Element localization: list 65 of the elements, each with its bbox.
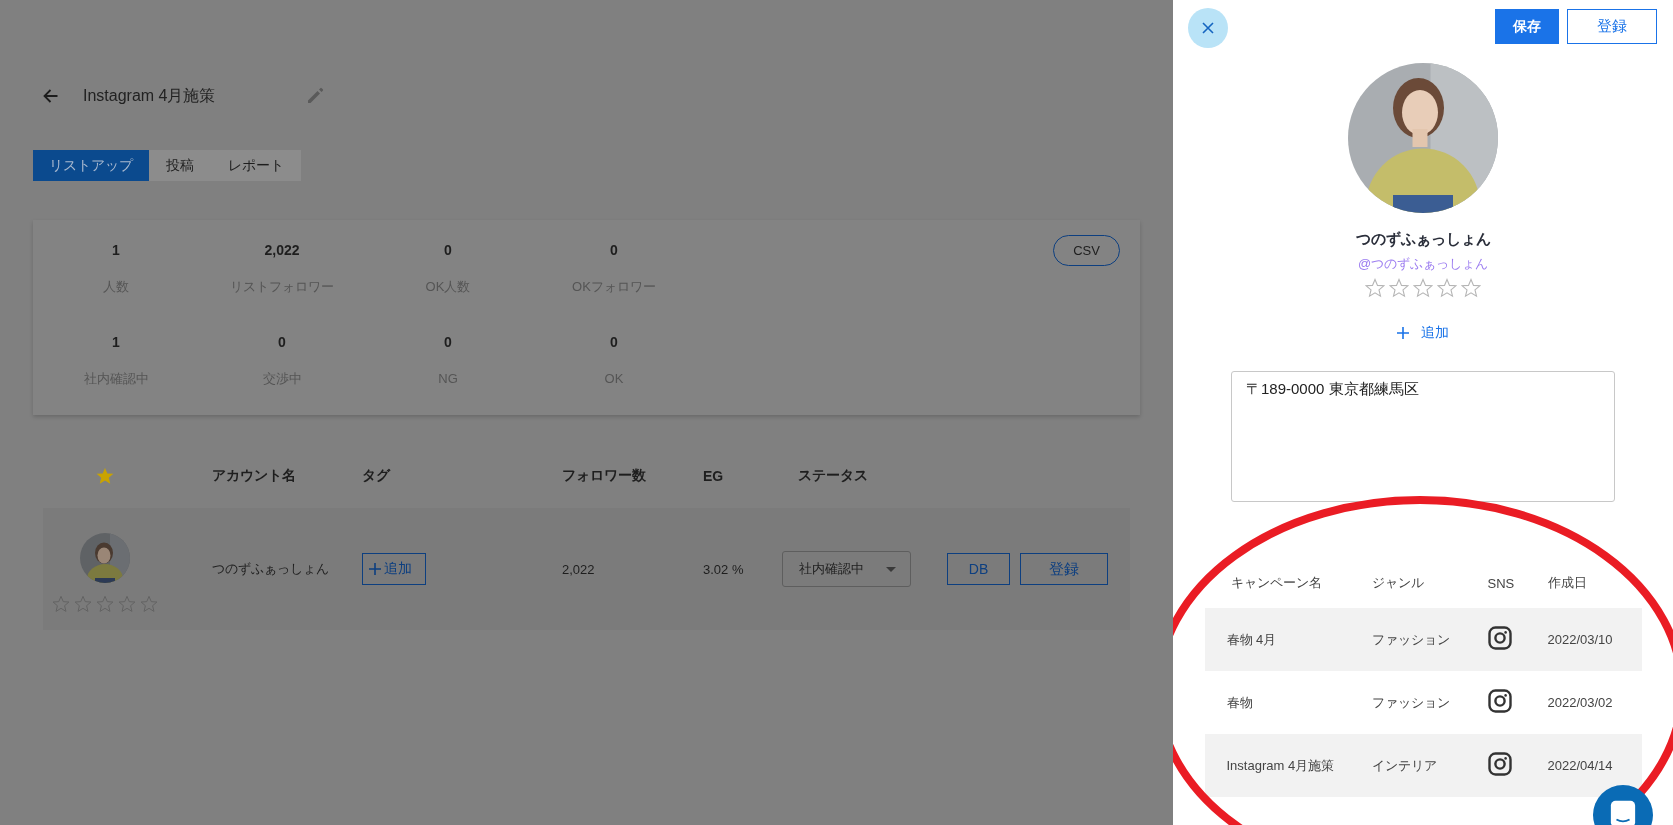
- star-icon[interactable]: [1413, 278, 1433, 298]
- drawer-button[interactable]: 保存: [1495, 9, 1559, 44]
- column-header: SNS: [1487, 575, 1516, 591]
- column-header: フォロワー数: [562, 466, 647, 485]
- tab[interactable]: リストアップ: [33, 150, 149, 181]
- table-cell-text: インテリア: [1371, 756, 1438, 775]
- profile-name: つのずふぁっしょん: [1355, 229, 1491, 250]
- stat-value: 0: [610, 241, 618, 260]
- star-icon[interactable]: [1365, 278, 1385, 298]
- table-cell-text: ファッション: [1371, 630, 1451, 649]
- column-header: 作成日: [1547, 574, 1588, 592]
- table-cell-text: 春物 4月: [1225, 630, 1278, 649]
- page-title: Instagram 4月施策: [83, 85, 216, 106]
- column-header: キャンペーン名: [1229, 574, 1323, 592]
- plus-icon: [1397, 327, 1409, 339]
- close-button[interactable]: [1188, 8, 1228, 48]
- drawer-button[interactable]: 登録: [1567, 9, 1657, 44]
- stat-value: 0: [610, 333, 618, 352]
- star-icon[interactable]: [1461, 278, 1481, 298]
- add-tag-button[interactable]: 追加: [362, 553, 426, 585]
- stat-value: 0: [444, 241, 452, 260]
- account-name: つのずふぁっしょん: [212, 560, 330, 578]
- stat-value: 1: [112, 333, 120, 352]
- column-header: EG: [703, 467, 725, 484]
- table-cell-text: 2022/03/02: [1547, 695, 1614, 710]
- star-icon[interactable]: [52, 595, 70, 613]
- table-cell-text: 2022/03/10: [1547, 632, 1614, 647]
- star-icon[interactable]: [74, 595, 92, 613]
- star-icon[interactable]: [96, 595, 114, 613]
- table-cell-text: 2022/04/14: [1547, 758, 1614, 773]
- star-icon[interactable]: [140, 595, 158, 613]
- star-icon[interactable]: [1389, 278, 1409, 298]
- row-action-button[interactable]: 登録: [1020, 553, 1108, 585]
- column-header: ステータス: [797, 466, 869, 485]
- instagram-icon: [1487, 626, 1512, 650]
- table-cell-text: 春物: [1225, 693, 1254, 712]
- stat-value: 2,022: [264, 241, 300, 260]
- back-arrow-icon[interactable]: [42, 88, 59, 104]
- table-cell-text: ファッション: [1371, 693, 1451, 712]
- caret-icon: [886, 566, 896, 572]
- profile-handle: @つのずふぁっしょん: [1357, 255, 1489, 273]
- plus-icon: [369, 563, 381, 575]
- follower-count: 2,022: [562, 561, 596, 577]
- instagram-icon: [1487, 752, 1512, 776]
- stat-value: 0: [444, 333, 452, 352]
- star-icon[interactable]: [1437, 278, 1457, 298]
- status-select[interactable]: 社内確認中: [782, 551, 911, 587]
- table-cell-text: Instagram 4月施策: [1225, 756, 1336, 775]
- star-icon[interactable]: [118, 595, 136, 613]
- column-header: タグ: [362, 466, 392, 485]
- tab[interactable]: 投稿: [149, 150, 211, 181]
- column-header: アカウント名: [212, 466, 297, 485]
- stat-value: 1: [112, 241, 120, 260]
- chat-icon: [1609, 799, 1637, 825]
- column-header: ジャンル: [1371, 574, 1425, 592]
- add-tag-button[interactable]: 追加: [1397, 321, 1449, 345]
- engagement-rate: 3.02 %: [703, 561, 745, 577]
- tab[interactable]: レポート: [211, 150, 301, 181]
- address-field[interactable]: 〒189-0000 東京都練馬区: [1231, 371, 1615, 502]
- pencil-icon[interactable]: [306, 87, 325, 105]
- star-icon: [96, 466, 114, 485]
- instagram-icon: [1487, 689, 1512, 713]
- close-icon: [1202, 22, 1214, 34]
- stat-value: 0: [278, 333, 286, 352]
- row-action-button[interactable]: DB: [947, 553, 1010, 585]
